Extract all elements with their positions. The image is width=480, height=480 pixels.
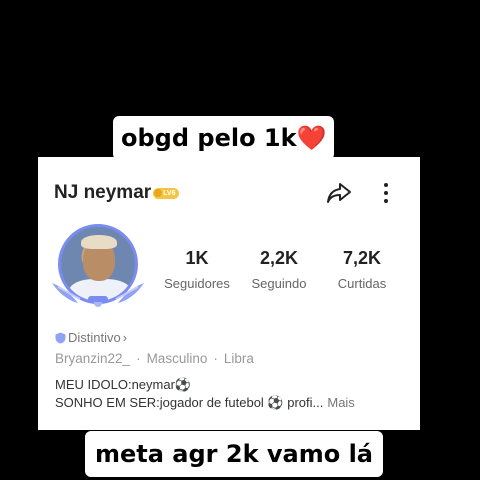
- more-vertical-icon-dot: [384, 191, 388, 195]
- level-badge: LV6: [153, 187, 179, 199]
- profile-stats: 1K Seguidores 2,2K Seguindo 7,2K Curtida…: [38, 247, 420, 307]
- stat-followers-label: Seguidores: [164, 276, 230, 291]
- stat-following-value: 2,2K: [259, 248, 299, 268]
- distintivo-link[interactable]: Distintivo ›: [55, 330, 127, 345]
- caption-bottom-text: meta agr 2k vamo lá: [95, 440, 374, 468]
- caption-top: obgd pelo 1k❤️: [113, 116, 335, 160]
- bio-line-2: SONHO EM SER:jogador de futebol ⚽ profi.…: [55, 395, 324, 410]
- profile-meta: Bryanzin22_ · Masculino · Libra: [55, 351, 254, 366]
- more-options-button[interactable]: [378, 179, 394, 207]
- share-button[interactable]: [325, 179, 353, 207]
- stat-likes-value: 7,2K: [342, 248, 382, 268]
- profile-bio: MEU IDOLO:neymar⚽ SONHO EM SER:jogador d…: [55, 376, 355, 412]
- chevron-right-icon: ›: [122, 330, 128, 345]
- stat-followers[interactable]: 1K Seguidores: [155, 247, 239, 292]
- profile-card: NJ neymar LV6 1K Seguidores 2,2K Seguind…: [38, 157, 420, 430]
- stat-following[interactable]: 2,2K Seguindo: [237, 247, 321, 292]
- stat-likes[interactable]: 7,2K Curtidas: [320, 247, 404, 292]
- level-badge-icon: [154, 189, 163, 197]
- heart-emoji: ❤️: [296, 124, 327, 152]
- more-vertical-icon-dot: [384, 199, 388, 203]
- share-arrow-icon: [327, 183, 351, 203]
- profile-username: NJ neymar LV6: [54, 182, 179, 204]
- bio-line-1: MEU IDOLO:neymar⚽: [55, 377, 192, 392]
- stat-likes-label: Curtidas: [337, 276, 387, 291]
- profile-gender: Masculino: [146, 351, 208, 366]
- bio-more-button[interactable]: Mais: [327, 395, 354, 410]
- level-badge-text: LV6: [163, 189, 176, 197]
- profile-sign: Libra: [223, 351, 254, 366]
- meta-separator: ·: [136, 351, 141, 366]
- shield-icon: [55, 332, 66, 343]
- stat-following-label: Seguindo: [251, 276, 307, 291]
- more-vertical-icon-dot: [384, 183, 388, 187]
- bio-line-2-wrap: SONHO EM SER:jogador de futebol ⚽ profi.…: [55, 394, 355, 412]
- distintivo-label: Distintivo: [68, 330, 121, 345]
- caption-bottom: meta agr 2k vamo lá: [85, 431, 384, 477]
- stat-followers-value: 1K: [185, 248, 209, 268]
- meta-separator: ·: [213, 351, 218, 366]
- username-text: NJ neymar: [54, 182, 152, 203]
- profile-handle: Bryanzin22_: [55, 351, 131, 366]
- caption-top-text: obgd pelo 1k: [121, 124, 297, 152]
